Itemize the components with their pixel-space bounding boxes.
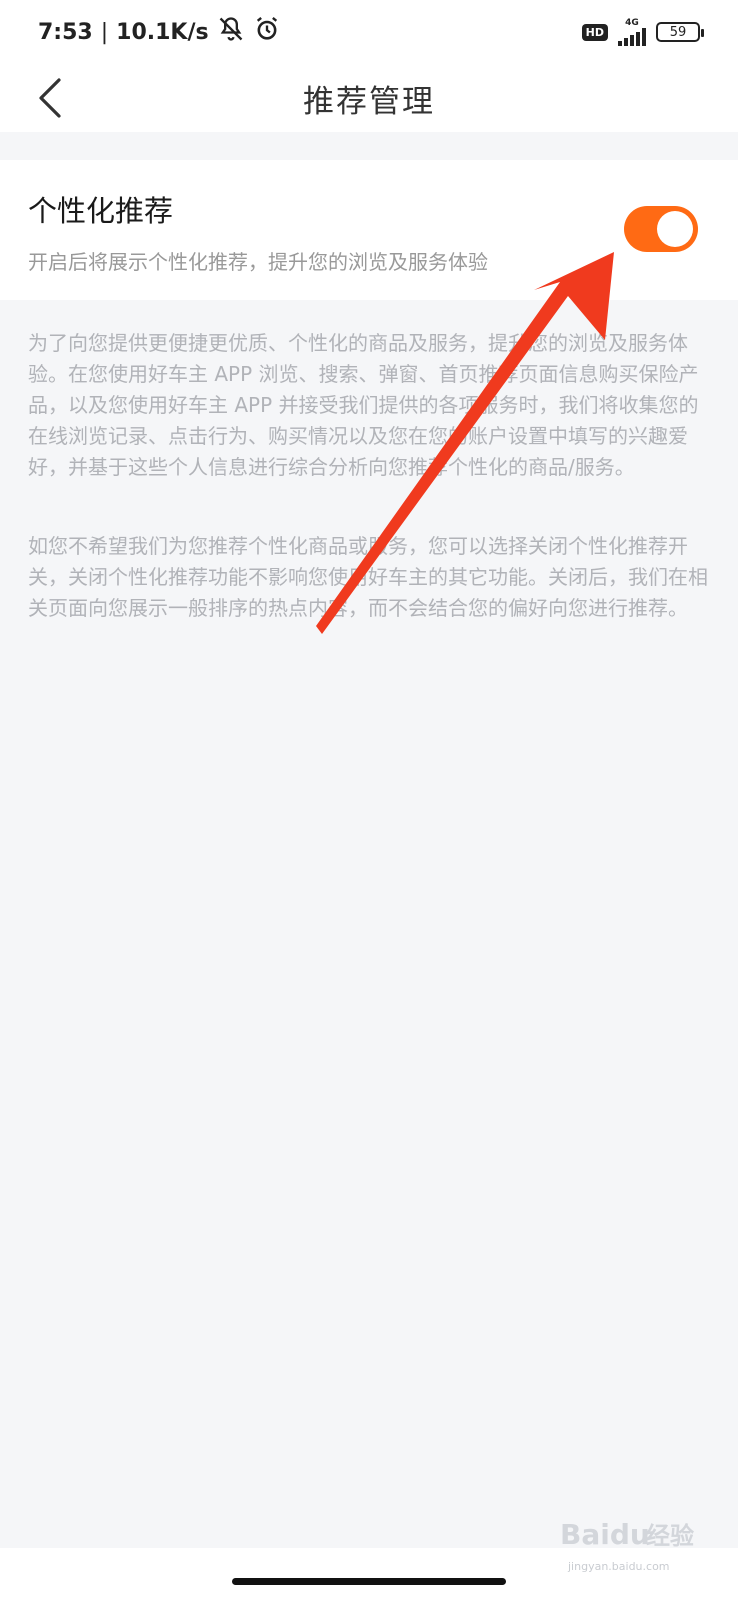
page-title: 推荐管理 [303,83,435,120]
status-time: 7:53 [38,19,93,45]
status-net-speed: 10.1K/s [116,19,209,45]
status-separator: | [100,19,109,45]
status-right: HD 4G 59 [581,17,704,46]
status-left: 7:53 | 10.1K/s [38,15,281,49]
home-indicator[interactable] [232,1578,506,1585]
screen: 7:53 | 10.1K/s HD 4G 59 推荐管理 个性化推荐 开启后将展… [0,0,738,1600]
back-button[interactable] [30,72,70,124]
watermark-label: 经验 [646,1522,694,1550]
toggle-knob [657,211,693,247]
chevron-left-icon [39,78,61,118]
battery-icon: 59 [656,22,704,42]
signal-icon [618,27,646,46]
info-paragraph-1: 为了向您提供更便捷更优质、个性化的商品及服务，提升您的浏览及服务体验。在您使用好… [28,331,699,479]
network-indicator: 4G [618,17,646,46]
status-bar: 7:53 | 10.1K/s HD 4G 59 [0,0,738,64]
hd-badge: HD [581,23,608,41]
baidu-jingyan-watermark: Baidu 经验 [560,1510,710,1558]
watermark-brand: Baidu [560,1518,650,1551]
setting-subtitle: 开启后将展示个性化推荐，提升您的浏览及服务体验 [28,250,488,274]
setting-title: 个性化推荐 [28,194,174,228]
mute-icon [217,15,245,49]
watermark-url: jingyan.baidu.com [568,1560,670,1573]
info-paragraph-2: 如您不希望我们为您推荐个性化商品或服务，您可以选择关闭个性化推荐开关，关闭个性化… [28,534,708,620]
alarm-icon [253,15,281,49]
battery-level: 59 [669,24,687,40]
personalized-recommendation-setting: 个性化推荐 开启后将展示个性化推荐，提升您的浏览及服务体验 [0,160,738,300]
personalized-recommendation-toggle[interactable] [624,206,698,252]
nav-bar: 推荐管理 [0,64,738,132]
network-type: 4G [625,17,639,28]
